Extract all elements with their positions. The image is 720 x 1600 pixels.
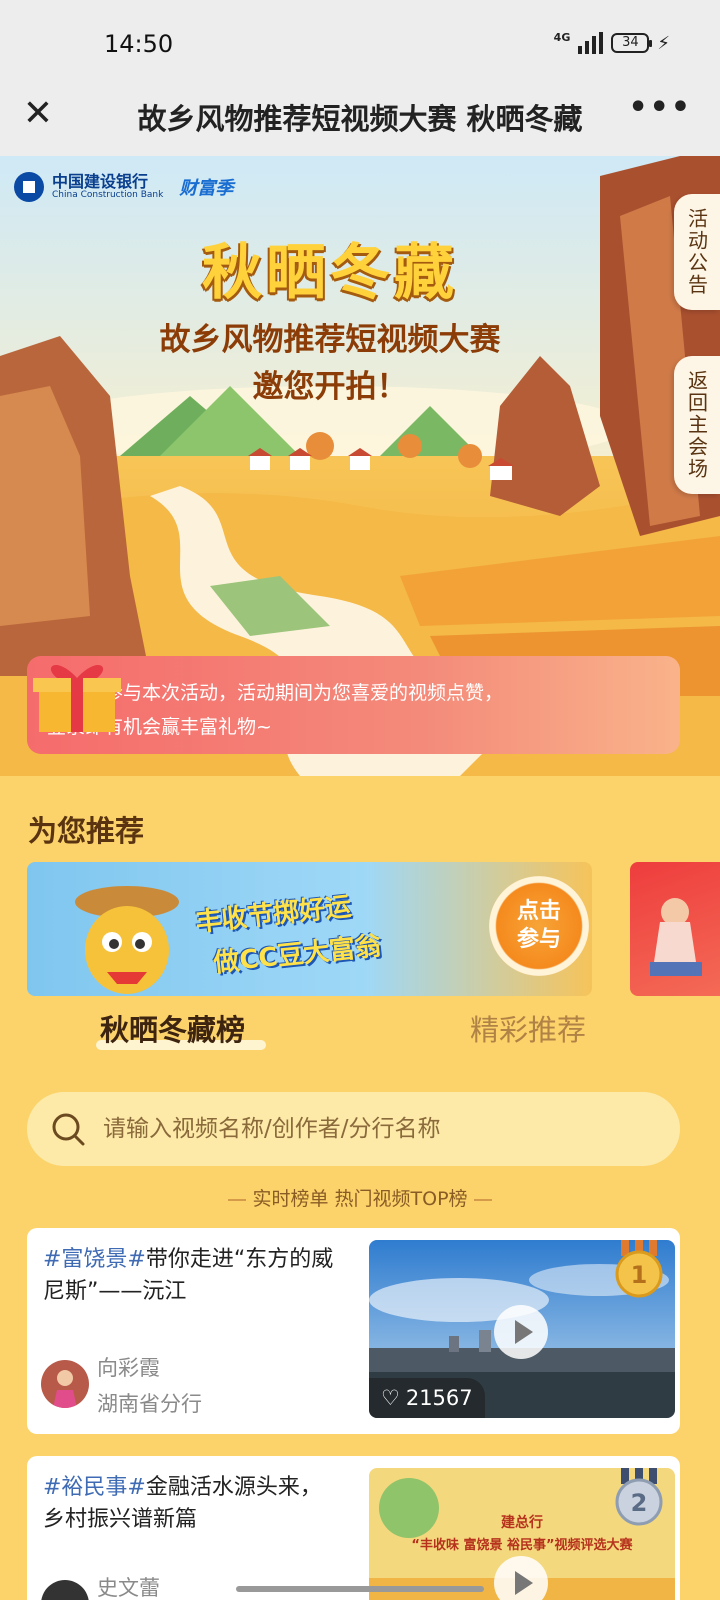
video-topic-tag[interactable]: #裕民事# <box>43 1475 146 1500</box>
avatar-image <box>41 1360 89 1408</box>
rank-number: 2 <box>631 1489 648 1517</box>
video-topic-tag[interactable]: #富饶景# <box>43 1247 146 1272</box>
search-input[interactable] <box>103 1106 643 1152</box>
participate-label: 点击参与 <box>516 899 561 952</box>
battery-icon: 34 <box>611 33 653 53</box>
recommend-title: 为您推荐 <box>28 814 145 848</box>
home-indicator <box>236 1586 484 1592</box>
like-count-value: 21567 <box>405 1386 473 1410</box>
signal-icon <box>578 32 604 54</box>
heart-icon: ♡ <box>381 1386 400 1410</box>
author-name: 向彩霞 <box>97 1356 160 1380</box>
avatar-image <box>41 1580 89 1600</box>
rank-medal-silver-icon: 2 <box>615 1468 663 1526</box>
brand-campaign-tag: 财富季 <box>179 178 234 199</box>
like-count[interactable]: ♡ 21567 <box>369 1378 485 1418</box>
brand-name-cn: 中国建设银行 <box>52 172 149 191</box>
back-to-main-tab[interactable]: 返回主会场 <box>674 356 720 494</box>
brand-text: 中国建设银行 China Construction Bank <box>52 172 164 201</box>
play-icon[interactable] <box>494 1305 548 1359</box>
author-name: 史文蕾 <box>97 1576 160 1600</box>
more-menu-icon[interactable]: ••• <box>628 90 692 125</box>
branch-name: 湖南省分行 <box>97 1392 202 1416</box>
video-thumbnail[interactable]: ♡ 21567 1 <box>369 1240 675 1418</box>
charging-icon: ⚡ <box>657 32 670 54</box>
promo-card-next-illustration <box>650 898 702 976</box>
video-title: #富饶景#带你走进“东方的威尼斯”——沅江 <box>43 1244 343 1308</box>
ranking-caption: 实时榜单 热门视频TOP榜 <box>0 1184 720 1211</box>
avatar[interactable] <box>41 1580 89 1600</box>
search-icon <box>52 1113 85 1146</box>
search-box[interactable] <box>27 1092 680 1166</box>
hero-banner: 中国建设银行 China Construction Bank 财富季 秋晒冬藏 … <box>0 156 720 776</box>
app-root: 14:50 4G 34 ⚡ ✕ 故乡风物推荐短视频大赛 秋晒冬藏 ••• 中国建… <box>0 0 720 1600</box>
tab-autumn-ranking[interactable]: 秋晒冬藏榜 <box>100 1007 245 1049</box>
network-type: 4G <box>553 30 571 44</box>
caption-dash-right <box>473 1198 492 1201</box>
ccb-logo-icon <box>14 172 44 202</box>
thumbnail-caption-2: “丰收味 富饶景 裕民事”视频评选大赛 <box>411 1538 633 1553</box>
caption-dash-left <box>228 1198 247 1201</box>
brand-name-en: China Construction Bank <box>52 190 164 200</box>
page-title: 故乡风物推荐短视频大赛 秋晒冬藏 <box>137 102 583 136</box>
hero-subtitle: 故乡风物推荐短视频大赛 <box>159 322 501 358</box>
rank-medal-gold-icon: 1 <box>615 1240 663 1298</box>
hero-title: 秋晒冬藏 <box>202 238 458 308</box>
status-icons: 4G 34 ⚡ <box>553 30 670 54</box>
bank-brand: 中国建设银行 China Construction Bank 财富季 <box>14 172 233 202</box>
video-card[interactable]: #富饶景#带你走进“东方的威尼斯”——沅江 向彩霞 湖南省分行 ♡ 21567 … <box>27 1228 680 1434</box>
video-title: #裕民事#金融活水源头来，乡村振兴谱新篇 <box>43 1472 343 1536</box>
video-thumbnail[interactable]: 建总行 “丰收味 富饶景 裕民事”视频评选大赛 2 <box>369 1468 675 1600</box>
hero-invite: 邀您开拍！ <box>252 369 408 405</box>
status-time: 14:50 <box>104 30 174 58</box>
rank-number: 1 <box>631 1261 648 1289</box>
avatar[interactable] <box>41 1360 89 1408</box>
nav-bar: ✕ 故乡风物推荐短视频大赛 秋晒冬藏 ••• <box>0 76 720 156</box>
ranking-caption-text: 实时榜单 热门视频TOP榜 <box>252 1188 468 1210</box>
promo-card-next[interactable] <box>630 862 720 996</box>
tab-featured[interactable]: 精彩推荐 <box>470 1007 586 1049</box>
cc-bean-mascot-icon <box>75 886 179 994</box>
participate-button[interactable]: 点击参与 <box>489 876 589 976</box>
activity-notice-tab[interactable]: 活动公告 <box>674 194 720 310</box>
video-card[interactable]: #裕民事#金融活水源头来，乡村振兴谱新篇 史文蕾 建总行 “丰收味 富饶景 裕民… <box>27 1456 680 1600</box>
thanks-banner: 感谢您参与本次活动，活动期间为您喜爱的视频点赞， 登录即有机会赢丰富礼物~ <box>27 656 680 754</box>
promo-card-harvest[interactable]: 丰收节掷好运 做CC豆大富翁 点击参与 <box>27 862 592 996</box>
gift-box-icon <box>33 664 121 732</box>
